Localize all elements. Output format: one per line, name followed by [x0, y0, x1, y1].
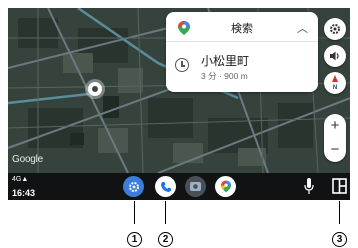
- gear-icon: [330, 24, 340, 34]
- google-attribution: Google: [12, 154, 44, 165]
- phone-icon: [160, 181, 171, 192]
- compass-button[interactable]: N: [324, 72, 346, 94]
- dashboard-grid-icon[interactable]: [332, 178, 347, 194]
- media-icon: [190, 182, 201, 191]
- callout-1: 1: [127, 232, 142, 247]
- clock-icon: [175, 58, 189, 72]
- compass-label: N: [333, 85, 337, 91]
- search-header[interactable]: 検索 ︿: [166, 12, 318, 42]
- callout-3: 3: [332, 232, 347, 247]
- maps-app-button[interactable]: [215, 176, 236, 197]
- microphone-icon[interactable]: [304, 178, 314, 195]
- clock-time: 16:43: [12, 188, 36, 198]
- navigation-card[interactable]: 検索 ︿ 小松里町 3 分 · 900 m: [166, 12, 318, 92]
- callout-line-2: [165, 201, 166, 224]
- status-area: 4G▲ 16:43: [12, 176, 46, 198]
- zoom-in-button[interactable]: +: [324, 114, 346, 138]
- zoom-out-button[interactable]: −: [324, 138, 346, 162]
- callout-2: 2: [158, 232, 173, 247]
- zoom-control: + −: [324, 114, 346, 162]
- speaker-icon: [330, 51, 339, 61]
- car-display-screen: Google 検索 ︿ 小松里町 3 分 · 900 m N + − 4G▲ 1…: [8, 8, 350, 200]
- gear-icon: [128, 181, 139, 192]
- media-app-button[interactable]: [185, 176, 206, 197]
- destination-eta: 3 分 · 900 m: [201, 71, 248, 81]
- chevron-up-icon[interactable]: ︿: [297, 20, 308, 36]
- callout-line-1: [134, 201, 135, 224]
- sound-button[interactable]: [324, 45, 346, 67]
- search-label: 検索: [231, 23, 253, 35]
- current-location-marker: [88, 82, 102, 96]
- signal-indicator: 4G▲: [12, 176, 29, 183]
- google-maps-icon: [220, 180, 231, 193]
- app-bar: 4G▲ 16:43: [8, 173, 350, 200]
- settings-app-button[interactable]: [123, 176, 144, 197]
- callout-line-3: [339, 201, 340, 224]
- compass-icon: N: [332, 75, 338, 91]
- phone-app-button[interactable]: [155, 176, 176, 197]
- destination-name: 小松里町: [201, 54, 250, 68]
- map-settings-button[interactable]: [324, 18, 346, 40]
